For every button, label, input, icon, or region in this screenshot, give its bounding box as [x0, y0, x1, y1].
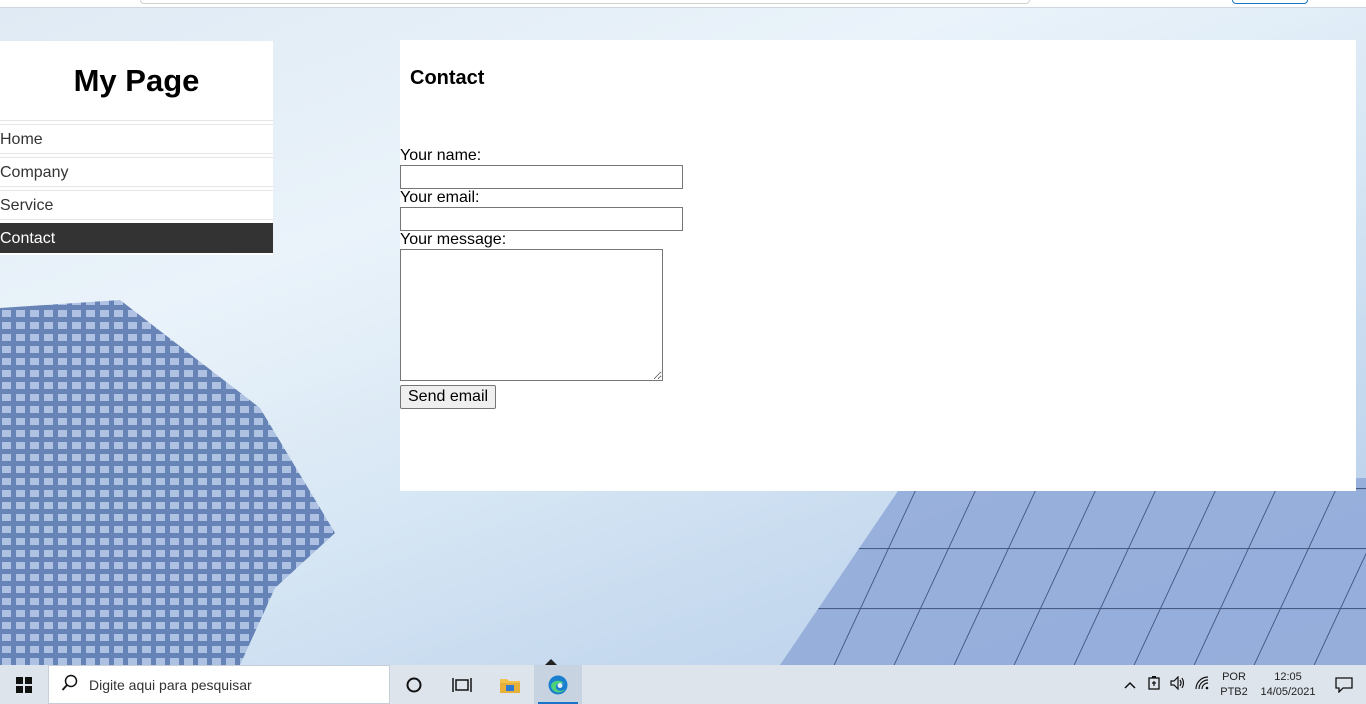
nav-item-contact[interactable]: Contact — [0, 223, 273, 253]
search-placeholder: Digite aqui para pesquisar — [89, 676, 252, 693]
email-input[interactable] — [400, 207, 683, 231]
nav-item-home[interactable]: Home — [0, 124, 273, 154]
keyboard-layout: PTB2 — [1220, 685, 1248, 698]
file-explorer-icon[interactable] — [486, 665, 534, 704]
nav-item-company[interactable]: Company — [0, 157, 273, 187]
edge-browser-icon[interactable] — [534, 665, 582, 704]
notification-center-icon[interactable] — [1322, 676, 1366, 693]
name-label: Your name: — [400, 147, 482, 164]
email-label: Your email: — [400, 189, 480, 206]
clock-time: 12:05 — [1274, 670, 1302, 683]
send-email-button[interactable]: Send email — [400, 385, 497, 409]
battery-plug-icon[interactable] — [1142, 676, 1166, 693]
page-heading: Contact — [410, 67, 485, 89]
taskbar-search-box[interactable]: Digite aqui para pesquisar — [48, 665, 390, 704]
task-view-icon[interactable] — [438, 665, 486, 704]
nav-item-service[interactable]: Service — [0, 190, 273, 220]
address-bar[interactable] — [140, 0, 1030, 4]
main-content-panel: Contact Your name: Your email: Your mess… — [400, 40, 1356, 491]
browser-action-button[interactable] — [1232, 0, 1308, 4]
search-icon — [61, 674, 79, 695]
windows-taskbar: Digite aqui para pesquisar POR PTB2 12:0… — [0, 665, 1366, 704]
sidebar: My Page Home Company Service Contact — [0, 41, 273, 255]
cortana-icon[interactable] — [390, 665, 438, 704]
clock-date: 14/05/2021 — [1260, 685, 1316, 698]
volume-icon[interactable] — [1166, 675, 1190, 693]
language-code: POR — [1222, 670, 1246, 683]
chevron-up-icon[interactable] — [1118, 677, 1142, 692]
clock[interactable]: 12:05 14/05/2021 — [1254, 670, 1322, 700]
browser-toolbar-remnant — [0, 0, 1366, 8]
windows-start-icon[interactable] — [0, 665, 48, 704]
input-language-indicator[interactable]: POR PTB2 — [1214, 670, 1254, 700]
contact-form: Your name: Your email: Your message: Sen… — [400, 147, 683, 409]
system-tray: POR PTB2 12:05 14/05/2021 — [1118, 665, 1366, 704]
wifi-icon[interactable] — [1190, 676, 1214, 693]
name-input[interactable] — [400, 165, 683, 189]
message-label: Your message: — [400, 231, 507, 248]
message-textarea[interactable] — [400, 249, 663, 381]
site-title: My Page — [0, 41, 273, 121]
